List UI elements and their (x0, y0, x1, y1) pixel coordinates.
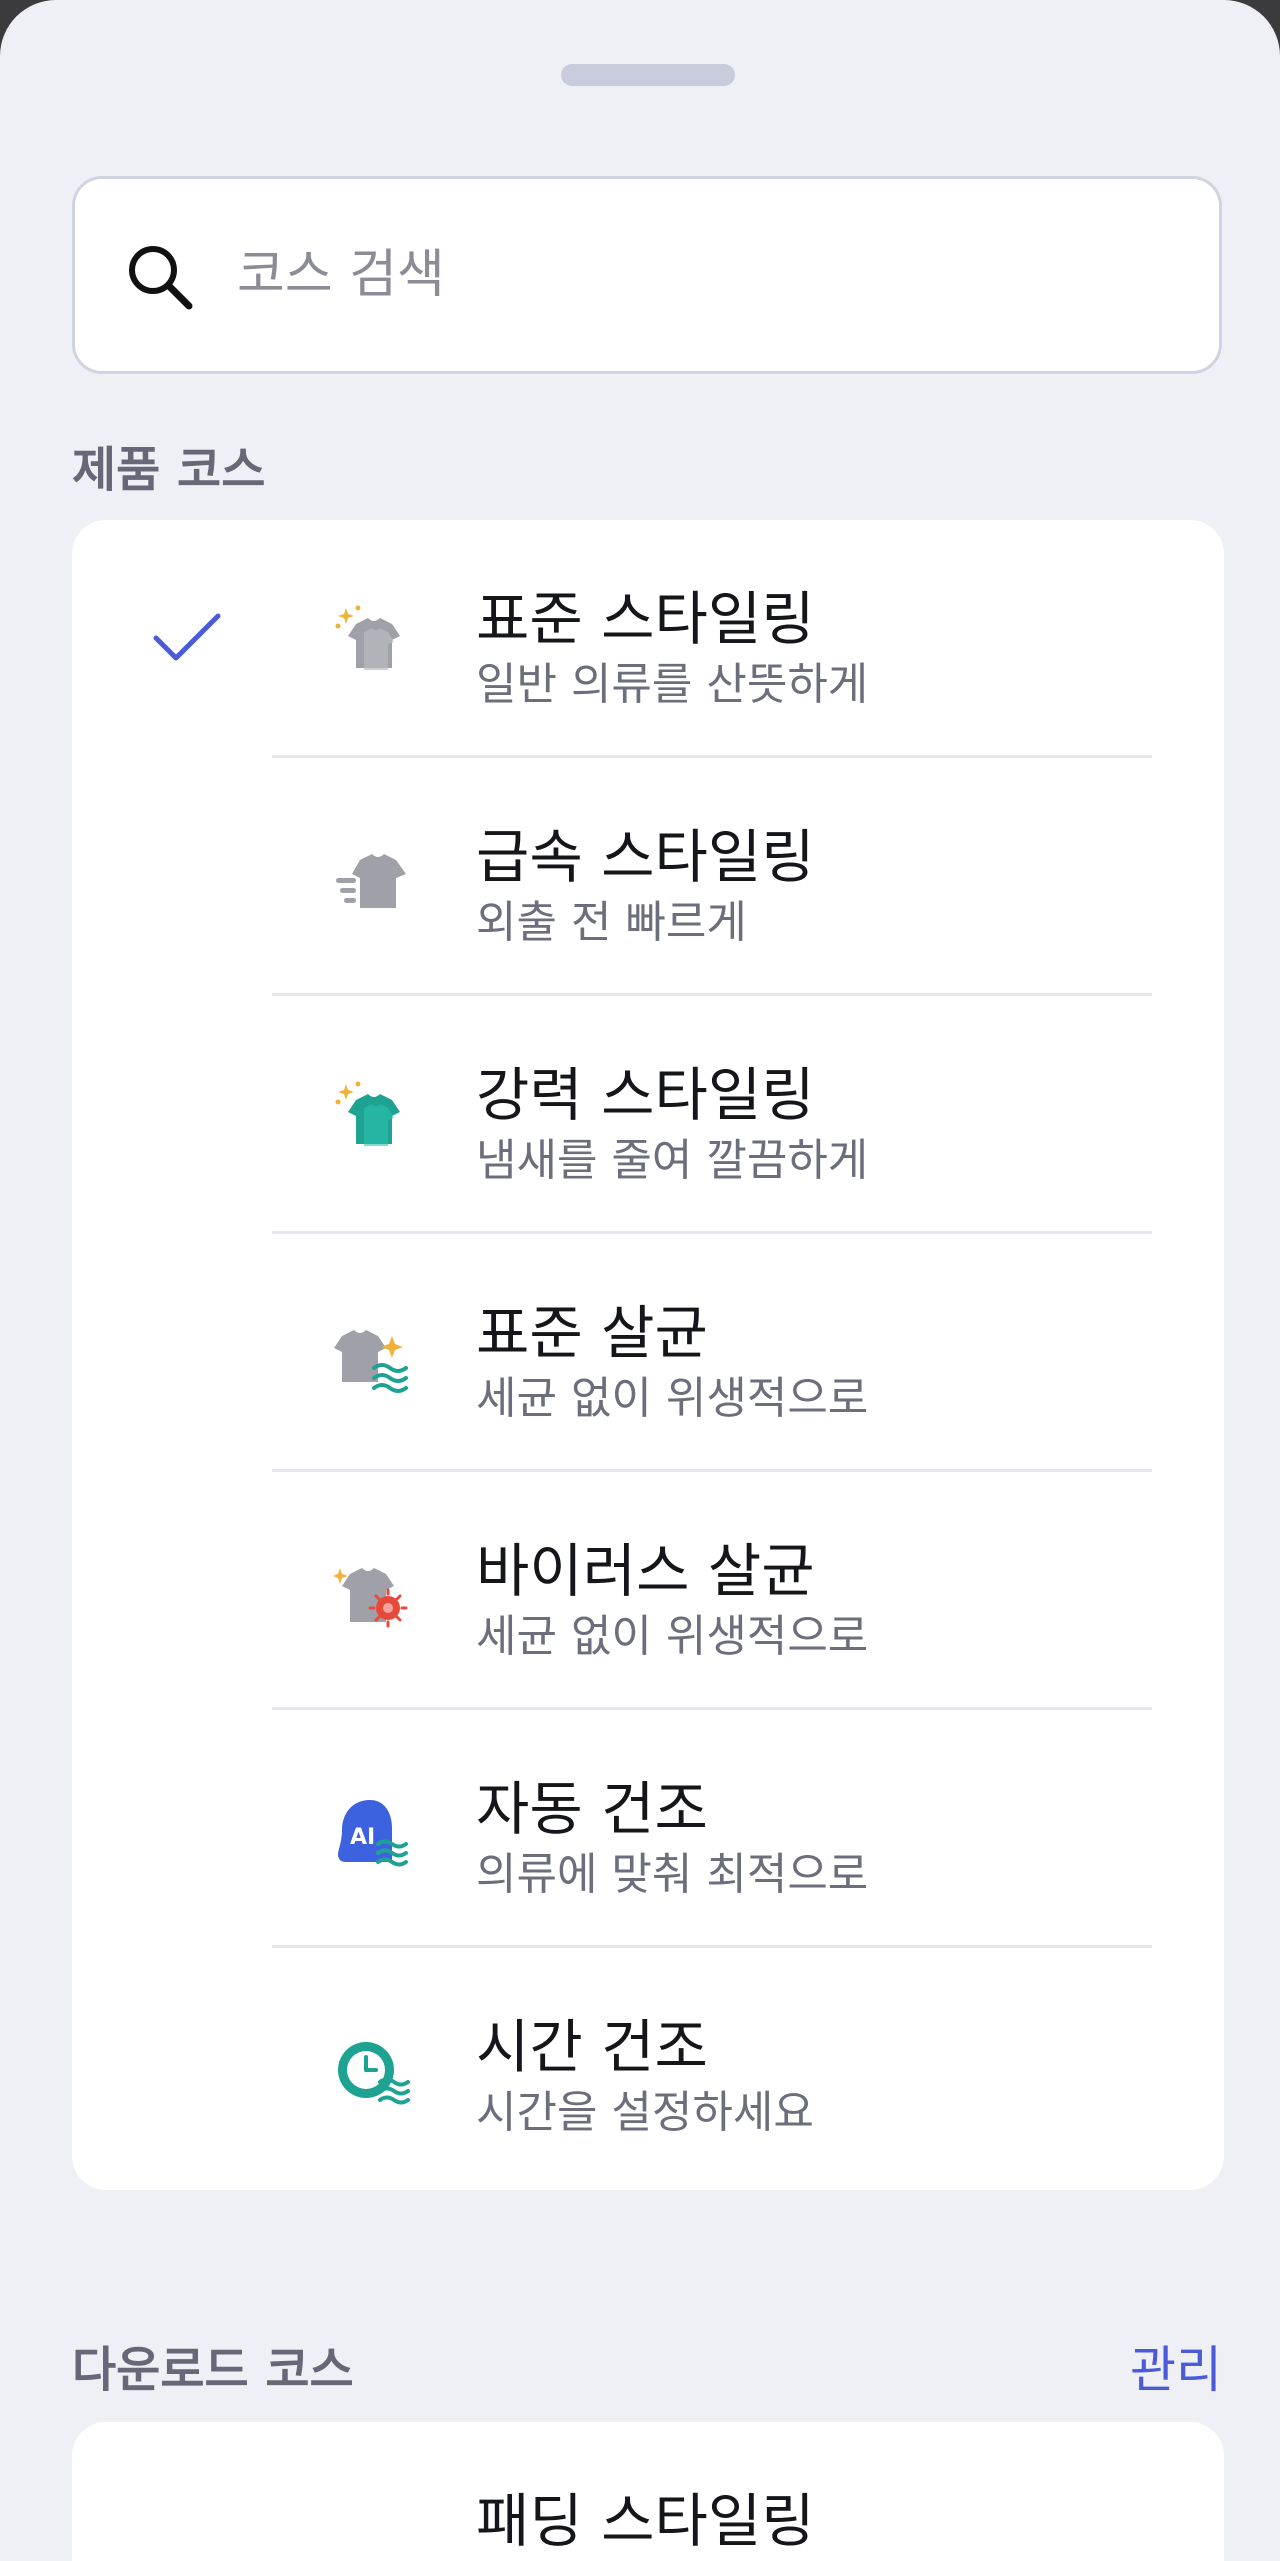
course-name: 시간 건조 (476, 2013, 708, 2081)
search-icon (125, 242, 195, 312)
svg-text:AI: AI (350, 1825, 375, 1850)
search-input[interactable]: 코스 검색 (72, 176, 1222, 374)
course-name: 표준 스타일링 (476, 585, 815, 653)
ai-dry-icon: AI (334, 1792, 414, 1872)
course-description: 외출 전 빠르게 (476, 897, 747, 948)
download-courses-title: 다운로드 코스 (72, 2342, 354, 2398)
drag-handle[interactable] (561, 64, 735, 86)
course-item-timed-dry[interactable]: 시간 건조 시간을 설정하세요 (72, 1948, 1224, 2186)
course-item-standard-styling[interactable]: 표준 스타일링 일반 의류를 산뜻하게 (72, 520, 1224, 758)
product-course-list: 표준 스타일링 일반 의류를 산뜻하게 급속 스타일링 외출 전 빠르게 강력 … (72, 520, 1224, 2190)
course-name: 급속 스타일링 (476, 823, 815, 891)
course-item-strong-styling[interactable]: 강력 스타일링 냄새를 줄여 깔끔하게 (72, 996, 1224, 1234)
bottom-sheet: 코스 검색 제품 코스 표준 스타일링 일반 의류를 산뜻하게 급속 스타일링 … (0, 0, 1280, 2561)
course-name: 바이러스 살균 (476, 1537, 815, 1605)
course-item-quick-styling[interactable]: 급속 스타일링 외출 전 빠르게 (72, 758, 1224, 996)
course-name: 패딩 스타일링 (476, 2487, 815, 2555)
course-description: 시간을 설정하세요 (476, 2087, 814, 2138)
course-description: 세균 없이 위생적으로 (476, 1373, 869, 1424)
course-name: 표준 살균 (476, 1299, 708, 1367)
shirt-sanitize-icon (334, 1316, 414, 1396)
timer-dry-icon (334, 2030, 414, 2110)
course-description: 냄새를 줄여 깔끔하게 (476, 1135, 869, 1186)
course-name: 강력 스타일링 (476, 1061, 815, 1129)
shirt-sparkle-icon (334, 602, 414, 682)
search-placeholder: 코스 검색 (237, 245, 445, 305)
shirt-virus-icon (332, 1554, 414, 1634)
course-description: 세균 없이 위생적으로 (476, 1611, 869, 1662)
shirt-speed-icon (334, 840, 414, 920)
course-item-standard-sanitize[interactable]: 표준 살균 세균 없이 위생적으로 (72, 1234, 1224, 1472)
product-courses-title: 제품 코스 (72, 442, 266, 498)
course-item-virus-sanitize[interactable]: 바이러스 살균 세균 없이 위생적으로 (72, 1472, 1224, 1710)
download-course-list: 패딩 스타일링 (72, 2422, 1224, 2561)
course-item-auto-dry[interactable]: AI 자동 건조 의류에 맞춰 최적으로 (72, 1710, 1224, 1948)
course-name: 자동 건조 (476, 1775, 708, 1843)
course-description: 의류에 맞춰 최적으로 (476, 1849, 869, 1900)
check-icon (152, 610, 222, 666)
course-description: 일반 의류를 산뜻하게 (476, 659, 869, 710)
shirt-strong-icon (334, 1078, 414, 1158)
manage-button[interactable]: 관리 (1130, 2330, 1222, 2402)
